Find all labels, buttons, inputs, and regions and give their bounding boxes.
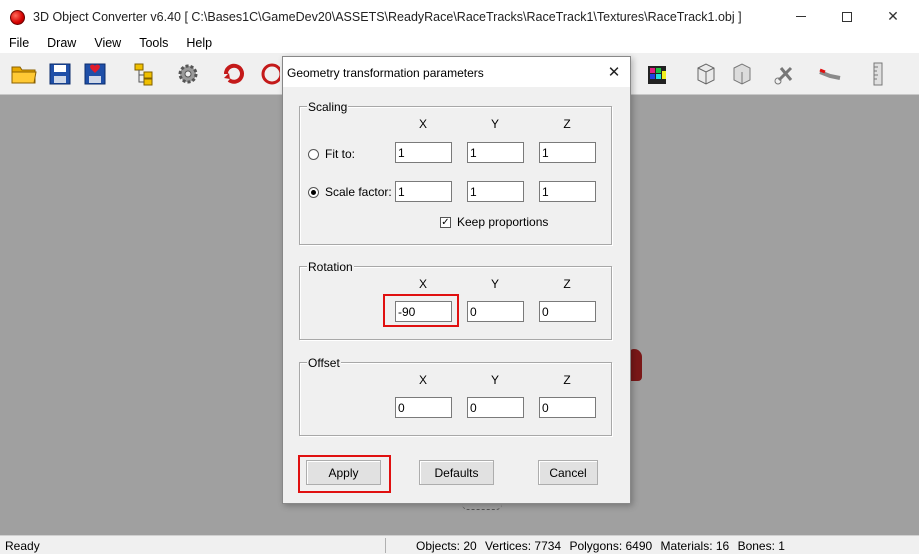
wireframe-box-icon[interactable] [692, 60, 720, 88]
ruler-icon[interactable] [864, 60, 892, 88]
save-icon[interactable] [46, 60, 74, 88]
defaults-button[interactable]: Defaults [419, 460, 494, 485]
save-as-icon[interactable] [82, 60, 110, 88]
fit-to-x-input[interactable] [395, 142, 452, 163]
dialog-title: Geometry transformation parameters [287, 66, 484, 80]
rotation-header-z: Z [563, 277, 571, 291]
scale-factor-radio[interactable] [308, 187, 319, 198]
status-objects: Objects: 20 [416, 539, 477, 553]
apply-highlight [298, 455, 391, 493]
window-titlebar: 3D Object Converter v6.40 [ C:\Bases1C\G… [0, 0, 919, 33]
scaling-header-y: Y [490, 117, 499, 131]
status-vertices: Vertices: 7734 [485, 539, 562, 553]
fit-to-y-input[interactable] [467, 142, 524, 163]
close-icon: ✕ [887, 8, 899, 24]
app-logo-icon [10, 10, 25, 25]
offset-y-input[interactable] [467, 397, 524, 418]
rotate-object-icon[interactable] [220, 60, 248, 88]
offset-z-input[interactable] [539, 397, 596, 418]
fit-to-radio[interactable] [308, 149, 319, 160]
rotation-z-input[interactable] [539, 301, 596, 322]
offset-x-input[interactable] [395, 397, 452, 418]
menu-view[interactable]: View [85, 33, 130, 53]
fit-to-label: Fit to: [325, 147, 356, 161]
maximize-button[interactable] [824, 0, 870, 33]
plane-box-icon[interactable] [728, 60, 756, 88]
dialog-close-button[interactable]: ✕ [601, 61, 627, 83]
offset-header-x: X [418, 373, 427, 387]
scissors-icon[interactable] [772, 60, 800, 88]
minimize-icon [796, 16, 806, 17]
keep-proportions-checkbox[interactable]: ✓ [440, 217, 451, 228]
geometry-transform-dialog: Geometry transformation parameters ✕ Sca… [282, 56, 631, 504]
window-title: 3D Object Converter v6.40 [ C:\Bases1C\G… [33, 10, 742, 24]
status-ready: Ready [5, 539, 40, 553]
menu-bar: File Draw View Tools Help [0, 33, 919, 53]
scaling-group-label: Scaling [307, 100, 349, 114]
status-polygons: Polygons: 6490 [569, 539, 653, 553]
offset-header-z: Z [563, 373, 571, 387]
maximize-icon [842, 11, 852, 22]
close-icon: ✕ [607, 64, 621, 81]
scale-factor-x-input[interactable] [395, 181, 452, 202]
rotation-group-label: Rotation [307, 260, 354, 274]
color-cube-icon[interactable] [644, 60, 672, 88]
scaling-group: Scaling X Y Z Fit to: Scale factor: ✓ Ke… [299, 100, 612, 245]
offset-header-y: Y [490, 373, 499, 387]
status-divider [385, 538, 386, 553]
menu-file[interactable]: File [0, 33, 38, 53]
open-folder-icon[interactable] [10, 60, 38, 88]
menu-draw[interactable]: Draw [38, 33, 85, 53]
rotation-y-input[interactable] [467, 301, 524, 322]
status-stats: Objects: 20 Vertices: 7734 Polygons: 649… [416, 539, 790, 553]
cube-icon[interactable] [256, 60, 284, 88]
scaling-header-x: X [418, 117, 427, 131]
menu-help[interactable]: Help [177, 33, 221, 53]
scaling-header-z: Z [563, 117, 571, 131]
settings-gear-icon[interactable] [174, 60, 202, 88]
hierarchy-icon[interactable] [130, 60, 158, 88]
model-outline-fragment [462, 504, 502, 510]
status-materials: Materials: 16 [660, 539, 730, 553]
scale-factor-y-input[interactable] [467, 181, 524, 202]
offset-group: Offset X Y Z [299, 356, 612, 436]
brush-icon[interactable] [816, 60, 844, 88]
fit-to-z-input[interactable] [539, 142, 596, 163]
rotation-header-y: Y [490, 277, 499, 291]
minimize-button[interactable] [778, 0, 824, 33]
close-window-button[interactable]: ✕ [870, 0, 916, 33]
dialog-titlebar: Geometry transformation parameters ✕ [283, 57, 630, 87]
status-bones: Bones: 1 [737, 539, 785, 553]
offset-group-label: Offset [307, 356, 341, 370]
scale-factor-label: Scale factor: [325, 185, 392, 199]
cancel-button[interactable]: Cancel [538, 460, 598, 485]
rotation-x-highlight [383, 294, 459, 327]
menu-tools[interactable]: Tools [130, 33, 177, 53]
status-bar: Ready Objects: 20 Vertices: 7734 Polygon… [0, 535, 919, 554]
keep-proportions-label: Keep proportions [457, 215, 549, 229]
rotation-header-x: X [418, 277, 427, 291]
scale-factor-z-input[interactable] [539, 181, 596, 202]
